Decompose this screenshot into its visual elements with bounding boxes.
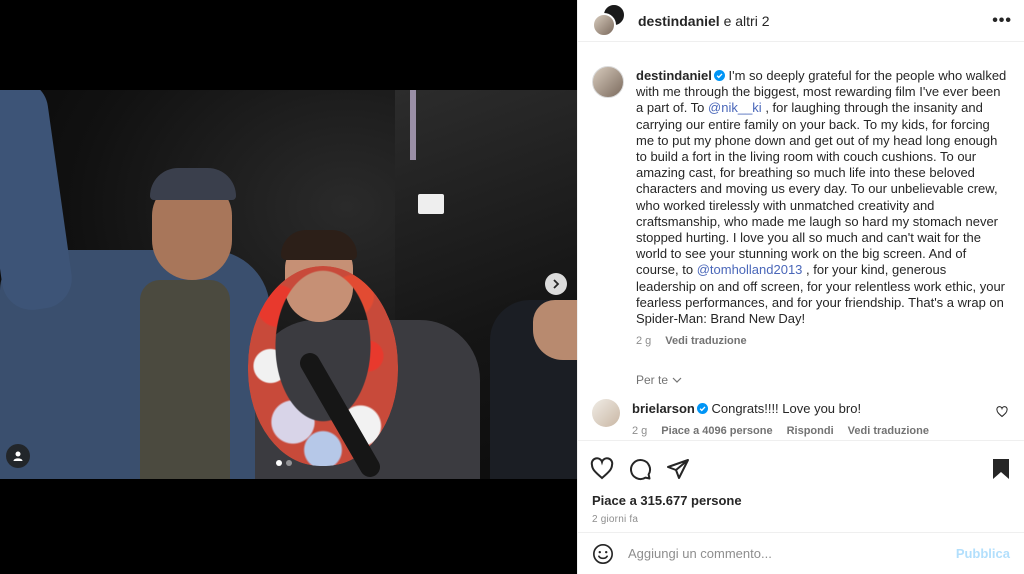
comments-section: destindaniel I'm so deeply grateful for …	[578, 56, 1024, 440]
chevron-right-icon	[553, 279, 560, 289]
post-caption: destindaniel I'm so deeply grateful for …	[592, 56, 1008, 347]
share-send-icon[interactable]	[666, 457, 690, 481]
mention-link[interactable]: @tomholland2013	[697, 262, 803, 277]
comment-input[interactable]	[628, 546, 956, 561]
avatar	[592, 12, 616, 37]
collab-avatars[interactable]	[592, 2, 628, 39]
post-photo[interactable]	[0, 90, 577, 479]
emoji-smile-icon	[593, 543, 613, 564]
for-you-filter[interactable]: Per te	[592, 373, 1008, 387]
likes-count[interactable]: Piace a 315.677 persone	[590, 493, 1012, 508]
add-comment-bar: Pubblica	[578, 532, 1024, 574]
emoji-button[interactable]	[592, 543, 614, 565]
carousel-indicator	[276, 460, 292, 466]
caption-username[interactable]: destindaniel	[636, 68, 712, 83]
avatar[interactable]	[592, 399, 620, 428]
collaborators-link[interactable]: e altri 2	[724, 13, 770, 29]
chevron-down-icon	[672, 377, 682, 384]
caption-text: destindaniel I'm so deeply grateful for …	[636, 68, 1007, 327]
timestamp: 2 g	[636, 335, 652, 348]
see-translation-link[interactable]: Vedi traduzione	[848, 425, 929, 437]
verified-badge-icon	[713, 70, 725, 81]
carousel-dot	[286, 460, 292, 466]
caption-meta: 2 g Vedi traduzione	[636, 335, 1008, 347]
more-options-button[interactable]: •••	[992, 12, 1012, 30]
author-username[interactable]: destindaniel	[638, 13, 720, 29]
save-bookmark-icon[interactable]	[990, 457, 1012, 481]
post-header: destindaniel e altri 2 •••	[578, 0, 1024, 42]
post-panel: destindaniel e altri 2 ••• destindaniel …	[577, 0, 1024, 574]
post-media	[0, 0, 577, 574]
user-tag-icon	[13, 451, 23, 461]
tagged-users-button[interactable]	[6, 444, 30, 468]
post-author: destindaniel e altri 2	[638, 13, 992, 29]
post-actions: Piace a 315.677 persone 2 giorni fa	[578, 440, 1024, 525]
comment-text: brielarson Congrats!!!! Love you bro!	[632, 401, 862, 417]
comment-username[interactable]: brielarson	[632, 401, 695, 416]
avatar[interactable]	[592, 66, 624, 98]
comment-meta: 2 g Piace a 4096 persone Rispondi Vedi t…	[632, 425, 984, 437]
like-comment-heart-icon[interactable]	[996, 406, 1008, 418]
comment-bubble-icon[interactable]	[628, 457, 652, 481]
see-translation-link[interactable]: Vedi traduzione	[665, 335, 746, 347]
comment-item: brielarson Congrats!!!! Love you bro! 2 …	[592, 399, 1008, 437]
next-slide-button[interactable]	[545, 273, 567, 295]
timestamp: 2 g	[632, 425, 648, 438]
post-timestamp: 2 giorni fa	[592, 514, 639, 525]
reply-button[interactable]: Rispondi	[787, 425, 834, 437]
like-heart-icon[interactable]	[590, 457, 614, 481]
carousel-dot	[276, 460, 282, 466]
publish-button[interactable]: Pubblica	[956, 546, 1010, 561]
mention-link[interactable]: @nik__ki	[708, 100, 762, 115]
verified-badge-icon	[696, 403, 708, 415]
comment-likes-link[interactable]: Piace a 4096 persone	[661, 425, 772, 437]
